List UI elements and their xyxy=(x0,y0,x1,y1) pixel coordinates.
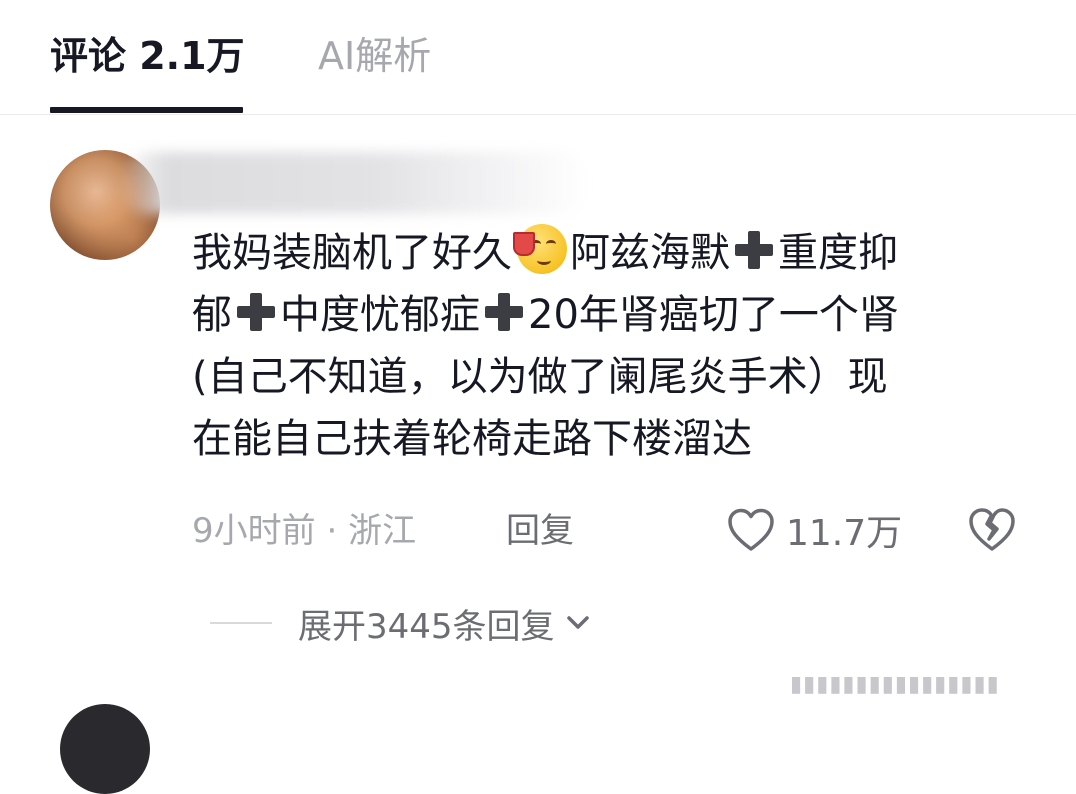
like-button[interactable]: 11.7万 xyxy=(726,502,902,558)
active-tab-indicator xyxy=(50,107,243,113)
comment-line: 郁 中度忧郁症 20年肾癌切了一个肾 xyxy=(192,284,1012,346)
heart-icon xyxy=(728,508,774,551)
expand-replies-label: 展开3445条回复 xyxy=(298,606,555,647)
comment-segment: (自己不知道，以为做了阑尾炎手术）现 xyxy=(192,354,888,400)
username-blurred xyxy=(120,152,590,214)
broken-heart-icon[interactable] xyxy=(966,504,1018,556)
comment-segment: 我妈装脑机了好久 xyxy=(192,230,512,276)
comment-location: 浙江 xyxy=(348,511,417,551)
plus-icon xyxy=(733,229,775,271)
comment-line: 在能自己扶着轮椅走路下楼溜达 xyxy=(192,408,1012,470)
comment-segment: 在能自己扶着轮椅走路下楼溜达 xyxy=(192,416,752,462)
comment-segment: 中度忧郁症 xyxy=(280,292,480,338)
comment-segment: 郁 xyxy=(192,292,232,338)
next-comment-avatar[interactable] xyxy=(60,704,150,794)
comment-segment: 20年肾癌切了一个肾 xyxy=(528,292,899,338)
expand-divider xyxy=(210,622,272,624)
like-count: 11.7万 xyxy=(786,513,903,554)
comment-meta: 9小时前 · 浙江 xyxy=(192,506,416,556)
watermark: ▮▮▮▮▮▮▮▮▮▮▮▮▮▮▮▮ xyxy=(790,672,1000,697)
drinking-face-emoji-icon xyxy=(513,224,569,274)
comment-line: (自己不知道，以为做了阑尾炎手术）现 xyxy=(192,346,1012,408)
meta-separator: · xyxy=(326,511,338,551)
comment-segment: 阿兹海默 xyxy=(570,230,730,276)
comment-segment: 重度抑 xyxy=(778,230,898,276)
reply-button[interactable]: 回复 xyxy=(506,506,574,556)
comment-tabs: 评论 2.1万 AI解析 xyxy=(0,0,1076,115)
expand-replies-button[interactable]: 展开3445条回复 xyxy=(210,598,593,648)
chevron-down-icon xyxy=(566,616,589,629)
tab-ai-analysis[interactable]: AI解析 xyxy=(318,30,431,82)
tab-comments[interactable]: 评论 2.1万 xyxy=(50,30,245,82)
comment-line: 我妈装脑机了好久 阿兹海默 重度抑 xyxy=(192,222,1012,284)
plus-icon xyxy=(483,291,525,333)
plus-icon xyxy=(235,291,277,333)
comment-time: 9小时前 xyxy=(192,511,316,551)
comment-text: 我妈装脑机了好久 阿兹海默 重度抑 郁 中度忧郁症 20年肾癌切了一个肾 (自己不知道，… xyxy=(192,222,1012,470)
